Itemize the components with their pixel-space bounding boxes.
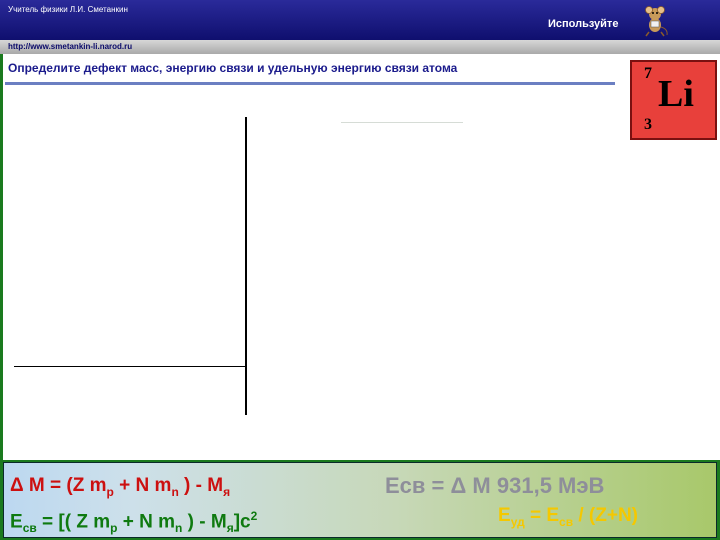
horizontal-divider [14,366,246,367]
title-underline [5,82,615,85]
formula-panel: Δ M = (Z mp + N mn ) - Mя Eсв = [( Z mp … [3,462,717,538]
element-symbol: Li [658,73,694,115]
specific-energy-formula: Eуд = Eсв / (Z+N) [498,505,638,529]
mouse-icon[interactable] [640,5,670,37]
faint-line [341,122,463,123]
header-bar: Учитель физики Л.И. Сметанкин Используйт… [0,0,720,40]
mass-defect-formula: Δ M = (Z mp + N mn ) - Mя [10,475,231,499]
vertical-divider [245,117,247,415]
url-bar: http://www.smetankin-li.narod.ru [0,40,720,54]
mass-number: 7 [644,65,652,82]
binding-energy-mev-formula: Eсв = Δ M 931,5 МэВ [385,473,605,498]
site-link[interactable]: http://www.smetankin-li.narod.ru [8,42,132,51]
author-text: Учитель физики Л.И. Сметанкин [8,5,128,14]
task-title: Определите дефект масс, энергию связи и … [8,61,458,75]
element-card: 7 Li 3 [630,60,717,140]
atomic-number: 3 [644,116,652,133]
use-label: Используйте [548,18,619,30]
slide-content-area [3,54,720,460]
binding-energy-formula: Eсв = [( Z mp + N mn ) - Mя]c2 [10,509,258,536]
